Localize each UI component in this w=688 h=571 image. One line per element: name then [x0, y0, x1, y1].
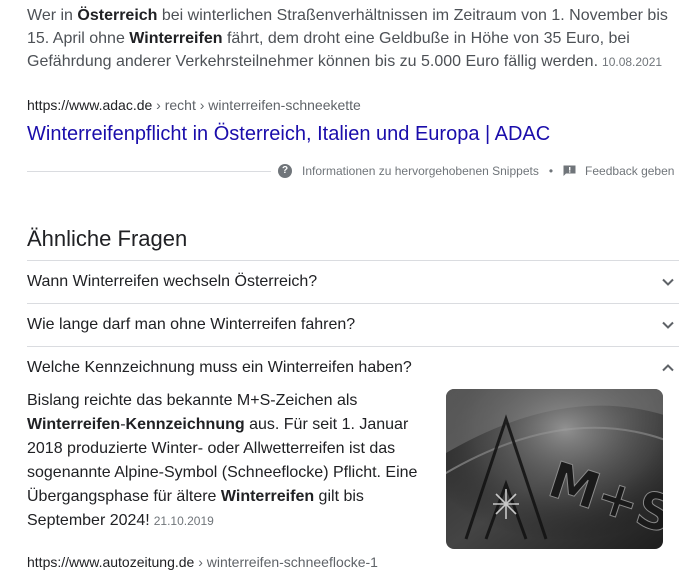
- answer-bold: Winterreifen: [27, 416, 121, 433]
- feedback-link[interactable]: Feedback geben: [585, 164, 674, 178]
- next-result-citation[interactable]: https://www.autozeitung.de › winterreife…: [27, 553, 378, 571]
- related-questions-title: Ähnliche Fragen: [27, 226, 188, 251]
- answer-date: 21.10.2019: [153, 514, 214, 528]
- tire-photo: M+S: [446, 389, 663, 549]
- question-text: Wie lange darf man ohne Winterreifen fah…: [27, 316, 356, 333]
- question-row-expanded[interactable]: Welche Kennzeichnung muss ein Winterreif…: [27, 347, 679, 389]
- result-title-link[interactable]: Winterreifenpflicht in Österreich, Itali…: [27, 121, 550, 147]
- question-text: Wann Winterreifen wechseln Österreich?: [27, 273, 318, 290]
- snippet-bold: Österreich: [77, 7, 158, 24]
- citation-path: › recht › winterreifen-schneekette: [152, 97, 361, 113]
- question-text: Welche Kennzeichnung muss ein Winterreif…: [27, 359, 412, 376]
- question-row[interactable]: Wie lange darf man ohne Winterreifen fah…: [27, 304, 679, 346]
- answer-part: Bislang reichte das bekannte M+S-Zeichen…: [27, 392, 358, 409]
- chevron-down-icon: [662, 321, 674, 329]
- answer-bold: Winterreifen: [220, 488, 315, 505]
- feedback-icon: [563, 165, 576, 176]
- snippet-text: Wer in: [27, 7, 78, 24]
- answer-text: Bislang reichte das bekannte M+S-Zeichen…: [27, 389, 422, 533]
- help-circle-icon: ?: [278, 164, 292, 178]
- snippet-bold: Winterreifen: [129, 30, 223, 47]
- chevron-up-icon: [662, 364, 674, 372]
- citation-site: https://www.autozeitung.de: [27, 554, 195, 570]
- citation-site: https://www.adac.de: [27, 97, 153, 113]
- result-citation[interactable]: https://www.adac.de › recht › winterreif…: [27, 96, 361, 114]
- separator-dot: •: [548, 164, 554, 178]
- tire-image[interactable]: M+S: [446, 389, 663, 549]
- citation-path: › winterreifen-schneeflocke-1: [194, 554, 378, 570]
- snippet-info-link[interactable]: Informationen zu hervorgehobenen Snippet…: [302, 164, 539, 178]
- featured-snippet-text: Wer in Österreich bei winterlichen Straß…: [27, 4, 677, 74]
- question-row[interactable]: Wann Winterreifen wechseln Österreich?: [27, 261, 679, 303]
- snippet-footer: ? Informationen zu hervorgehobenen Snipp…: [278, 161, 674, 181]
- chevron-down-icon: [662, 278, 674, 286]
- answer-bold: Kennzeichnung: [125, 416, 245, 433]
- divider: [27, 171, 271, 172]
- snippet-date: 10.08.2021: [602, 55, 663, 69]
